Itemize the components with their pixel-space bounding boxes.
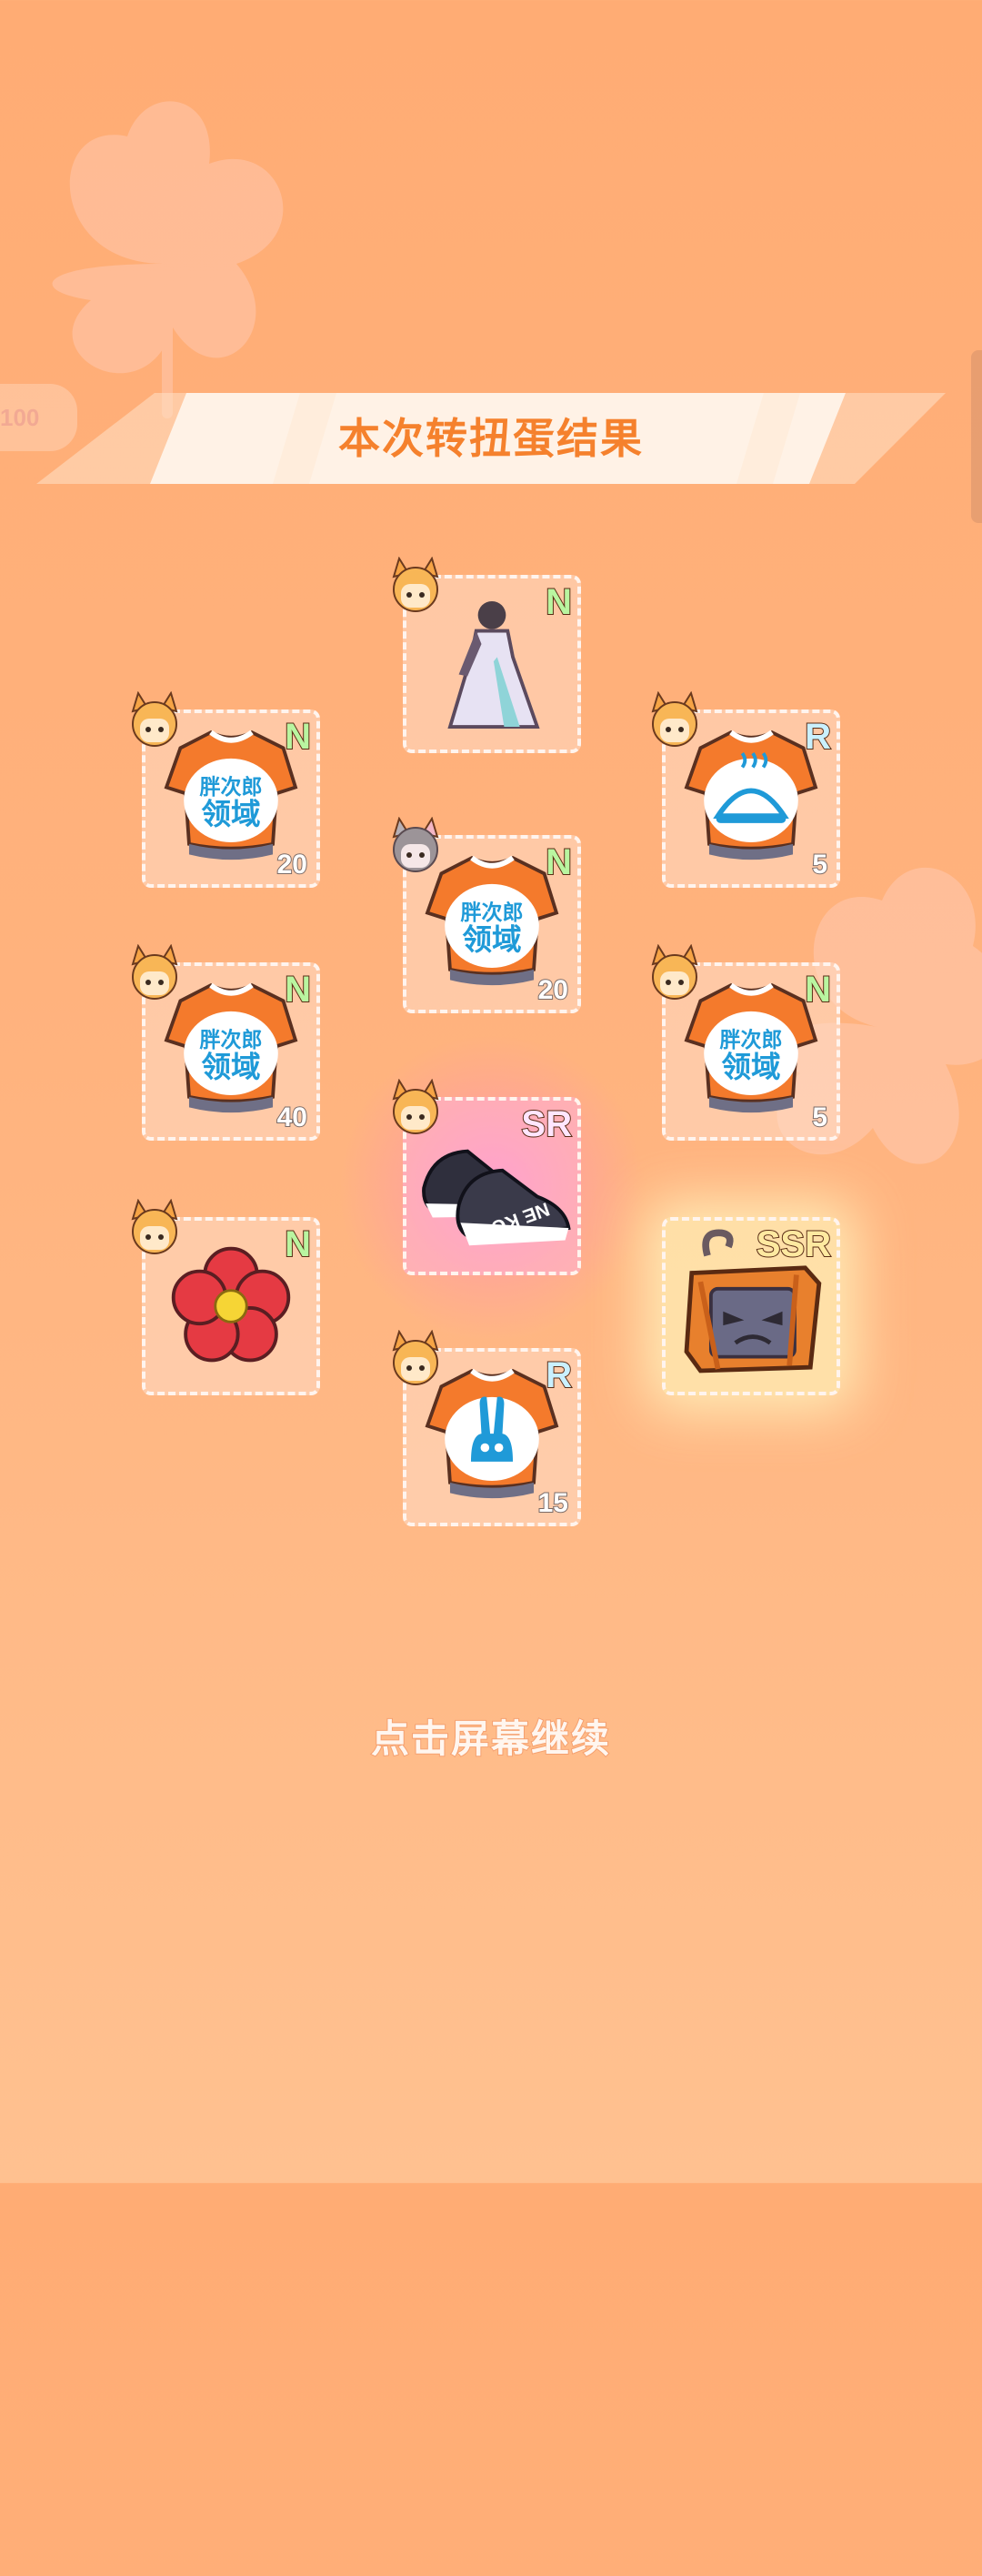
rarity-badge: SSR	[756, 1223, 832, 1265]
shirt-print-line2: 领域	[721, 1050, 780, 1083]
shirt-print-line1: 胖次郎	[199, 1028, 262, 1052]
rarity-badge: R	[545, 1354, 573, 1396]
character-avatar-icon	[393, 558, 438, 612]
item-count: 20	[537, 974, 569, 1006]
character-avatar-icon	[132, 1200, 177, 1254]
result-card-9[interactable]: SSR	[662, 1217, 840, 1395]
rarity-badge: SR	[520, 1103, 573, 1145]
item-count: 5	[811, 1102, 828, 1133]
item-count: 40	[276, 1102, 308, 1133]
character-avatar-icon	[652, 692, 697, 747]
character-avatar-icon	[652, 945, 697, 1000]
item-count: 15	[537, 1487, 569, 1519]
tap-to-continue-prompt[interactable]: 点击屏幕继续	[0, 1708, 982, 1764]
rarity-badge: N	[545, 841, 573, 883]
character-avatar-icon	[393, 1331, 438, 1385]
rarity-badge: N	[804, 969, 832, 1011]
shirt-print-line2: 领域	[201, 1050, 260, 1083]
character-avatar-icon	[132, 945, 177, 1000]
shirt-print-line1: 胖次郎	[719, 1028, 782, 1052]
rarity-badge: N	[545, 581, 573, 623]
item-count: 20	[276, 849, 308, 880]
item-count: 5	[811, 849, 828, 880]
character-avatar-icon	[393, 1080, 438, 1134]
shirt-print-line1: 胖次郎	[199, 775, 262, 799]
rarity-badge: N	[284, 716, 312, 758]
shirt-print-line1: 胖次郎	[460, 901, 523, 924]
rarity-badge: R	[804, 716, 832, 758]
shirt-print-line2: 领域	[201, 797, 260, 830]
character-avatar-grey-icon	[392, 817, 439, 872]
character-avatar-icon	[132, 692, 177, 747]
rarity-badge: N	[284, 1223, 312, 1265]
shirt-print-line2: 领域	[462, 922, 521, 956]
rarity-badge: N	[284, 969, 312, 1011]
background-clover-icon	[52, 101, 284, 418]
